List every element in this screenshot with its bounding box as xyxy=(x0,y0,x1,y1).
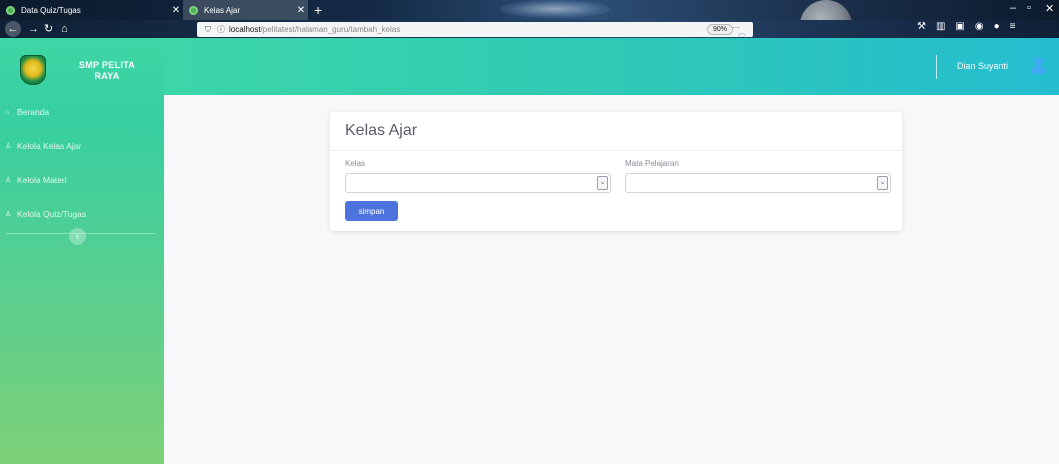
zoom-badge[interactable]: 90% xyxy=(707,24,734,35)
sidebar-icon[interactable]: ▣ xyxy=(955,21,964,32)
chevron-down-icon[interactable]: ⌄ xyxy=(597,176,608,190)
browser-nav-bar: ← → ↻ ⌂ ⛉ ⓘ localhost/pelitatest/halaman… xyxy=(0,20,1059,50)
avatar[interactable] xyxy=(1031,57,1046,74)
address-bar[interactable]: ⛉ ⓘ localhost/pelitatest/halaman_guru/ta… xyxy=(197,22,753,50)
user-icon: ♙ xyxy=(5,143,12,150)
brand-name-line2: RAYA xyxy=(94,71,120,81)
sidebar-toggle-button[interactable]: ‹ xyxy=(69,228,86,245)
maximize-icon[interactable]: ▫ xyxy=(1027,2,1031,14)
forward-arrow-icon[interactable]: → xyxy=(28,21,39,37)
tab-title: Kelas Ajar xyxy=(204,5,241,15)
avatar-body xyxy=(1031,66,1046,74)
main-content: Kelas Ajar Kelas ⌄ Mata Pelajaran ⌄ simp… xyxy=(164,95,1059,464)
home-icon: ⌂ xyxy=(5,108,10,116)
card-header: Kelas Ajar xyxy=(330,112,902,151)
home-icon[interactable]: ⌂ xyxy=(61,21,68,37)
brand-name-line1: SMP PELITA xyxy=(78,60,136,70)
favicon-icon xyxy=(189,5,198,15)
avatar-head xyxy=(1034,57,1043,66)
extension-icon[interactable]: ● xyxy=(994,21,1000,32)
brand-name: SMP PELITA RAYA xyxy=(63,60,151,82)
url-host: localhost xyxy=(229,25,261,34)
topbar-divider xyxy=(936,55,937,79)
sidebar: SMP PELITA RAYA ⌂ Beranda ♙ Kelola Kelas… xyxy=(0,38,164,464)
new-tab-button[interactable]: + xyxy=(314,2,322,18)
brand[interactable]: SMP PELITA RAYA xyxy=(0,38,164,95)
sidebar-menu: ⌂ Beranda ♙ Kelola Kelas Ajar ♙ Kelola M… xyxy=(0,95,164,234)
browser-tab-data-quiz[interactable]: Data Quiz/Tugas ✕ xyxy=(0,0,183,20)
more-actions-icon[interactable]: ··· xyxy=(732,23,740,32)
account-icon[interactable]: ◉ xyxy=(975,21,984,32)
back-arrow-icon[interactable]: ← xyxy=(5,21,21,37)
school-logo xyxy=(20,55,46,85)
mata-pelajaran-select[interactable]: ⌄ xyxy=(625,173,891,193)
browser-tab-kelas-ajar[interactable]: Kelas Ajar ✕ xyxy=(183,0,308,20)
sidebar-item-beranda[interactable]: ⌂ Beranda xyxy=(0,95,164,129)
user-name[interactable]: Dian Suyanti xyxy=(957,61,1008,71)
url-path: /pelitatest/halaman_guru/tambah_kelas xyxy=(260,25,401,34)
sidebar-item-kelola-kelas-ajar[interactable]: ♙ Kelola Kelas Ajar xyxy=(0,129,164,163)
mapel-label: Mata Pelajaran xyxy=(625,159,679,168)
shield-icon[interactable]: ⛉ xyxy=(205,25,211,35)
simpan-button[interactable]: simpan xyxy=(345,201,398,221)
toolbar-icons: ⚒ ▥ ▣ ◉ ● ≡ xyxy=(917,21,1016,32)
kelas-label: Kelas xyxy=(345,159,366,168)
wrench-icon[interactable]: ⚒ xyxy=(917,21,926,32)
tab-title: Data Quiz/Tugas xyxy=(21,5,81,15)
chevron-down-icon[interactable]: ⌄ xyxy=(877,176,888,190)
sidebar-item-label: Kelola Kelas Ajar xyxy=(17,141,82,151)
browser-tab-strip: Data Quiz/Tugas ✕ Kelas Ajar ✕ + – ▫ ✕ xyxy=(0,0,1059,50)
kelas-select[interactable]: ⌄ xyxy=(345,173,611,193)
topbar: Dian Suyanti xyxy=(164,38,1059,95)
close-tab-icon[interactable]: ✕ xyxy=(169,5,183,16)
user-icon: ♙ xyxy=(5,177,12,184)
sidebar-item-label: Beranda xyxy=(17,107,50,117)
library-icon[interactable]: ▥ xyxy=(936,21,945,32)
sidebar-item-label: Kelola Quiz/Tugas xyxy=(17,209,87,219)
reload-icon[interactable]: ↻ xyxy=(44,21,53,37)
menu-icon[interactable]: ≡ xyxy=(1010,21,1016,32)
sidebar-item-kelola-materi[interactable]: ♙ Kelola Materi xyxy=(0,163,164,197)
sidebar-item-kelola-quiz-tugas[interactable]: ♙ Kelola Quiz/Tugas xyxy=(0,197,164,231)
form-card: Kelas Ajar Kelas ⌄ Mata Pelajaran ⌄ simp… xyxy=(330,112,902,231)
sidebar-item-label: Kelola Materi xyxy=(17,175,67,185)
close-tab-icon[interactable]: ✕ xyxy=(294,5,308,16)
page-title: Kelas Ajar xyxy=(345,122,418,139)
minimize-icon[interactable]: – xyxy=(1010,2,1016,14)
theme-cloud-decoration xyxy=(500,0,610,18)
info-icon[interactable]: ⓘ xyxy=(217,24,225,35)
window-close-icon[interactable]: ✕ xyxy=(1045,2,1054,15)
favicon-icon xyxy=(6,5,15,15)
user-icon: ♙ xyxy=(5,211,12,218)
